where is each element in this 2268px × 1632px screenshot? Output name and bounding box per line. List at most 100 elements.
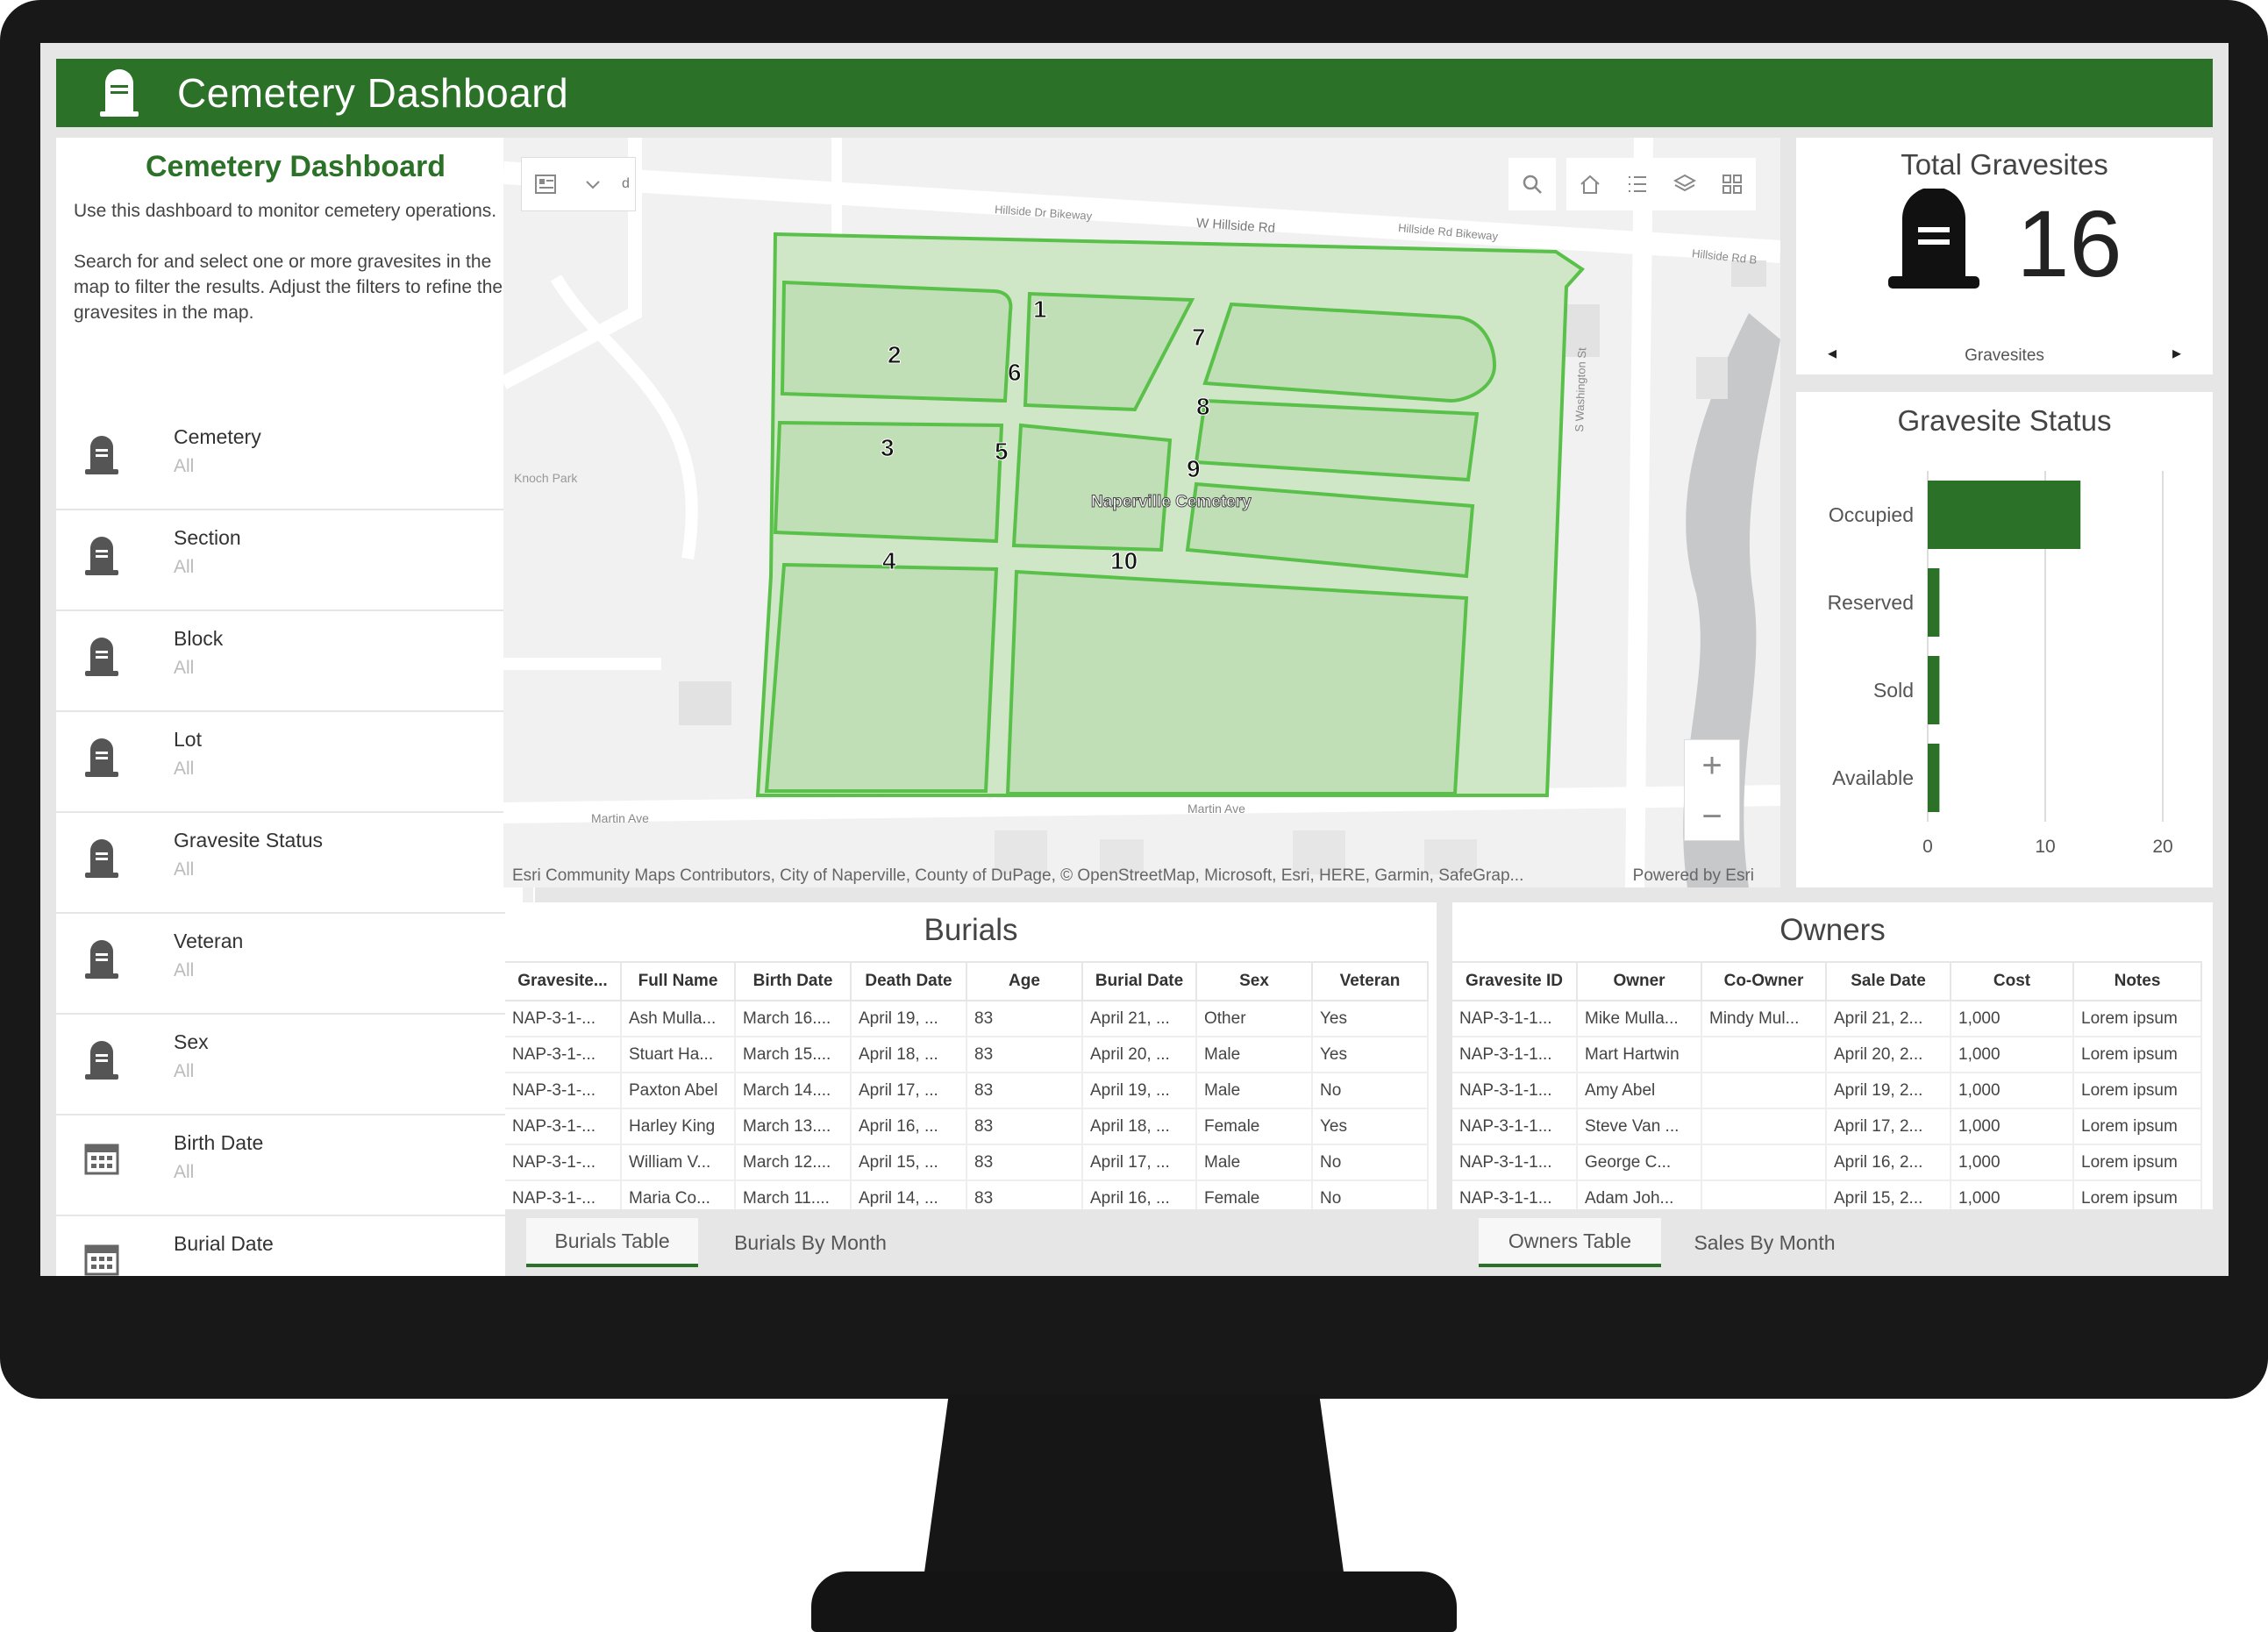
filter-item[interactable]: Veteran All [56, 914, 521, 1015]
table-row[interactable]: NAP-3-1-... Harley King March 13.... April … [505, 1108, 1429, 1145]
table-cell: April 19, ... [1082, 1073, 1197, 1109]
powered-by-esri[interactable]: Powered by Esri [1633, 866, 1754, 886]
table-cell: April 16, ... [851, 1108, 967, 1145]
zoom-in-button[interactable]: + [1685, 740, 1739, 791]
zoom-control: + − [1684, 739, 1740, 841]
search-icon[interactable] [1508, 158, 1556, 210]
layers-icon[interactable] [1661, 158, 1708, 210]
tab-sales-by-month[interactable]: Sales By Month [1677, 1218, 1852, 1267]
table-cell: March 12.... [735, 1144, 852, 1181]
section-label[interactable]: 10 [1109, 547, 1138, 575]
basemap-gallery-icon[interactable] [1708, 158, 1756, 210]
filter-item[interactable]: Block All [56, 611, 521, 712]
bar-available[interactable] [1928, 744, 1940, 812]
table-row[interactable]: NAP-3-1-1... Mart Hartwin April 20, 2... 1,… [1452, 1037, 2202, 1073]
column-header[interactable]: Age [966, 961, 1083, 1001]
table-cell: 1,000 [1951, 1108, 2074, 1145]
filter-item[interactable]: Sex All [56, 1015, 521, 1115]
column-header[interactable]: Gravesite... [505, 961, 622, 1001]
section-label[interactable]: 2 [888, 341, 902, 369]
layer-list-icon[interactable] [522, 158, 569, 210]
filter-item[interactable]: Cemetery All [56, 410, 521, 510]
table-cell: Lorem ipsum [2073, 1073, 2202, 1109]
table-cell: April 16, 2... [1826, 1144, 1951, 1181]
bar-occupied[interactable] [1928, 481, 2081, 549]
table-cell: 83 [966, 1073, 1083, 1109]
table-cell: NAP-3-1-1... [1452, 1144, 1578, 1181]
table-cell: Steve Van ... [1577, 1108, 1702, 1145]
table-row[interactable]: NAP-3-1-... Paxton Abel March 14.... April … [505, 1073, 1429, 1109]
table-cell: Amy Abel [1577, 1073, 1702, 1109]
filter-item[interactable]: Birth Date All [56, 1115, 521, 1216]
table-row[interactable]: NAP-3-1-1... Amy Abel April 19, 2... 1,000 L… [1452, 1073, 2202, 1109]
section-label[interactable]: 8 [1196, 393, 1211, 421]
column-header[interactable]: Full Name [621, 961, 736, 1001]
table-row[interactable]: NAP-3-1-1... George C... April 16, 2... 1,0… [1452, 1144, 2202, 1181]
section-label[interactable]: 5 [995, 438, 1009, 466]
column-header[interactable]: Veteran [1312, 961, 1429, 1001]
table-cell: Yes [1312, 1037, 1429, 1073]
column-header[interactable]: Co-Owner [1701, 961, 1827, 1001]
table-cell: No [1312, 1144, 1429, 1181]
table-cell [1701, 1037, 1827, 1073]
calendar-icon [84, 1140, 123, 1193]
section-label[interactable]: 3 [881, 434, 895, 462]
bar-reserved[interactable] [1928, 568, 1940, 637]
section-label[interactable]: 1 [1033, 296, 1048, 324]
column-header[interactable]: Sex [1196, 961, 1313, 1001]
table-cell: NAP-3-1-... [505, 1001, 622, 1037]
column-header[interactable]: Burial Date [1082, 961, 1197, 1001]
column-header[interactable]: Birth Date [735, 961, 852, 1001]
table-row[interactable]: NAP-3-1-... William V... March 12.... April… [505, 1144, 1429, 1181]
filter-item[interactable]: Lot All [56, 712, 521, 813]
legend-icon[interactable] [1614, 158, 1661, 210]
section-label[interactable]: 6 [1008, 359, 1023, 387]
map-toolbar-right [1508, 157, 1756, 211]
table-cell: 1,000 [1951, 1001, 2074, 1037]
tab-owners-table[interactable]: Owners Table [1479, 1218, 1661, 1267]
filter-item[interactable]: Section All [56, 510, 521, 611]
sidebar-title: Cemetery Dashboard [145, 150, 446, 183]
table-row[interactable]: NAP-3-1-1... Mike Mulla... Mindy Mul... Apr… [1452, 1001, 2202, 1037]
filter-item[interactable]: Gravesite Status All [56, 813, 521, 914]
column-header[interactable]: Sale Date [1826, 961, 1951, 1001]
tick-label: 10 [2035, 837, 2055, 857]
column-header[interactable]: Gravesite ID [1452, 961, 1578, 1001]
bar-sold[interactable] [1928, 656, 1940, 724]
table-row[interactable]: NAP-3-1-... Stuart Ha... March 15.... April… [505, 1037, 1429, 1073]
next-arrow[interactable]: ▸ [2172, 342, 2181, 364]
table-cell: NAP-3-1-... [505, 1108, 622, 1145]
tab-burials-table[interactable]: Burials Table [526, 1218, 698, 1267]
table-cell: Paxton Abel [621, 1073, 736, 1109]
calendar-icon [84, 1241, 123, 1276]
table-row[interactable]: NAP-3-1-... Ash Mulla... March 16.... April… [505, 1001, 1429, 1037]
filter-value: All [174, 859, 195, 880]
map-basemap [503, 138, 1780, 887]
map-view[interactable]: Hillside Dr Bikeway W Hillside Rd Hillsi… [503, 138, 1780, 887]
filter-item[interactable]: Burial Date [56, 1216, 521, 1276]
column-header[interactable]: Owner [1577, 961, 1702, 1001]
table-cell: April 20, ... [1082, 1037, 1197, 1073]
gravestone-icon [84, 938, 123, 991]
zoom-out-button[interactable]: − [1685, 791, 1739, 842]
table-cell: Male [1196, 1144, 1313, 1181]
column-header[interactable]: Notes [2073, 961, 2202, 1001]
total-gravesites-caption: Gravesites [1965, 346, 2044, 365]
section-label[interactable]: 4 [882, 547, 897, 575]
filter-label: Sex [174, 1030, 209, 1053]
cemetery-label: Naperville Cemetery [1091, 493, 1252, 512]
column-header[interactable]: Death Date [851, 961, 967, 1001]
tab-burials-by-month[interactable]: Burials By Month [716, 1218, 905, 1267]
owners-tab-strip: Owners Table Sales By Month [1452, 1209, 2213, 1276]
chevron-down-icon[interactable] [569, 158, 617, 210]
table-cell: William V... [621, 1144, 736, 1181]
section-label[interactable]: 9 [1187, 455, 1202, 483]
table-row[interactable]: NAP-3-1-1... Steve Van ... April 17, 2... 1… [1452, 1108, 2202, 1145]
app-title: Cemetery Dashboard [177, 70, 569, 116]
table-cell: NAP-3-1-... [505, 1144, 622, 1181]
gravestone-icon [84, 636, 123, 688]
home-icon[interactable] [1566, 158, 1614, 210]
table-cell: NAP-3-1-1... [1452, 1037, 1578, 1073]
column-header[interactable]: Cost [1951, 961, 2074, 1001]
section-label[interactable]: 7 [1192, 324, 1207, 352]
